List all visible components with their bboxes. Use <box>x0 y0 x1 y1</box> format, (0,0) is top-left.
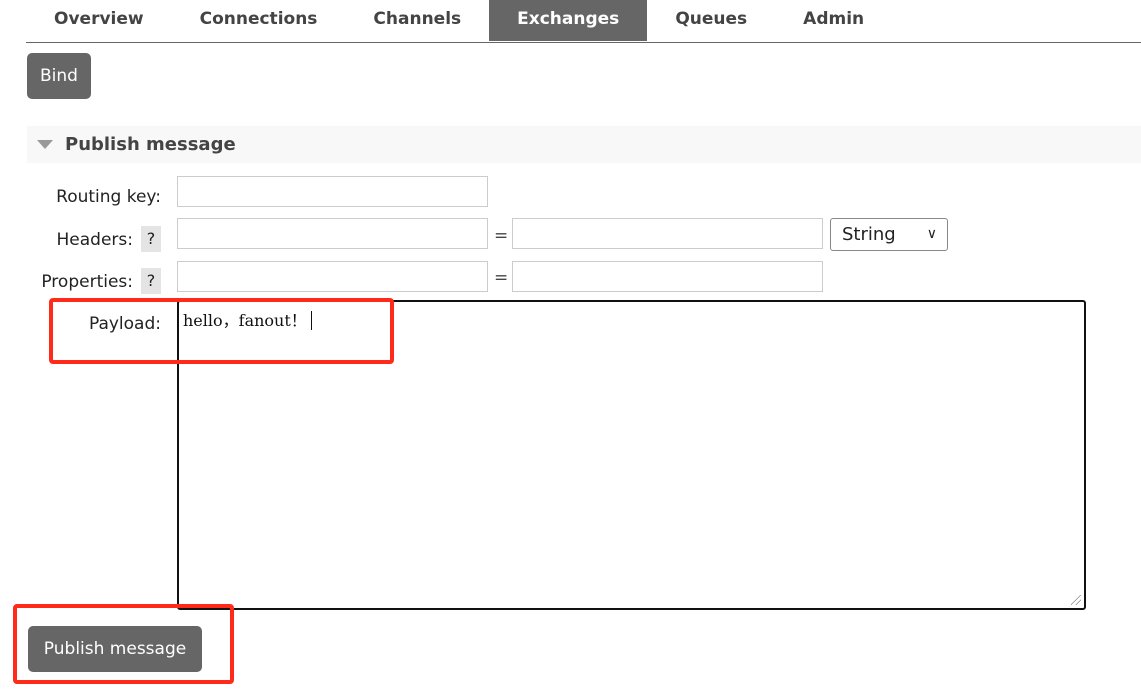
property-key-input[interactable] <box>177 261 488 292</box>
equals-sign: = <box>494 226 509 246</box>
tab-channels[interactable]: Channels <box>345 0 489 41</box>
property-value-input[interactable] <box>512 261 823 292</box>
highlight-box-payload <box>49 298 394 364</box>
routing-key-label: Routing key: <box>56 187 161 207</box>
tab-queues[interactable]: Queues <box>647 0 775 41</box>
bind-button[interactable]: Bind <box>27 53 91 99</box>
triangle-down-icon <box>37 140 53 149</box>
headers-label: Headers: <box>56 230 133 250</box>
headers-help-icon[interactable]: ? <box>141 226 161 252</box>
header-key-input[interactable] <box>177 218 488 249</box>
highlight-box-publish <box>13 604 234 684</box>
properties-label: Properties: <box>41 272 133 292</box>
publish-section-header[interactable]: Publish message <box>27 126 1141 163</box>
resize-handle-icon[interactable] <box>1071 595 1081 605</box>
section-title: Publish message <box>65 134 236 155</box>
tab-connections[interactable]: Connections <box>172 0 346 41</box>
properties-help-icon[interactable]: ? <box>141 268 161 294</box>
routing-key-input[interactable] <box>177 176 488 207</box>
tab-overview[interactable]: Overview <box>26 0 172 41</box>
nav-tabs: Overview Connections Channels Exchanges … <box>26 0 1141 43</box>
select-value: String <box>842 224 896 245</box>
header-type-select[interactable]: String ∨ <box>830 218 948 251</box>
header-value-input[interactable] <box>512 218 823 249</box>
chevron-down-icon: ∨ <box>926 226 937 242</box>
tab-exchanges[interactable]: Exchanges <box>489 0 648 41</box>
tab-admin[interactable]: Admin <box>775 0 892 41</box>
equals-sign: = <box>494 268 509 288</box>
